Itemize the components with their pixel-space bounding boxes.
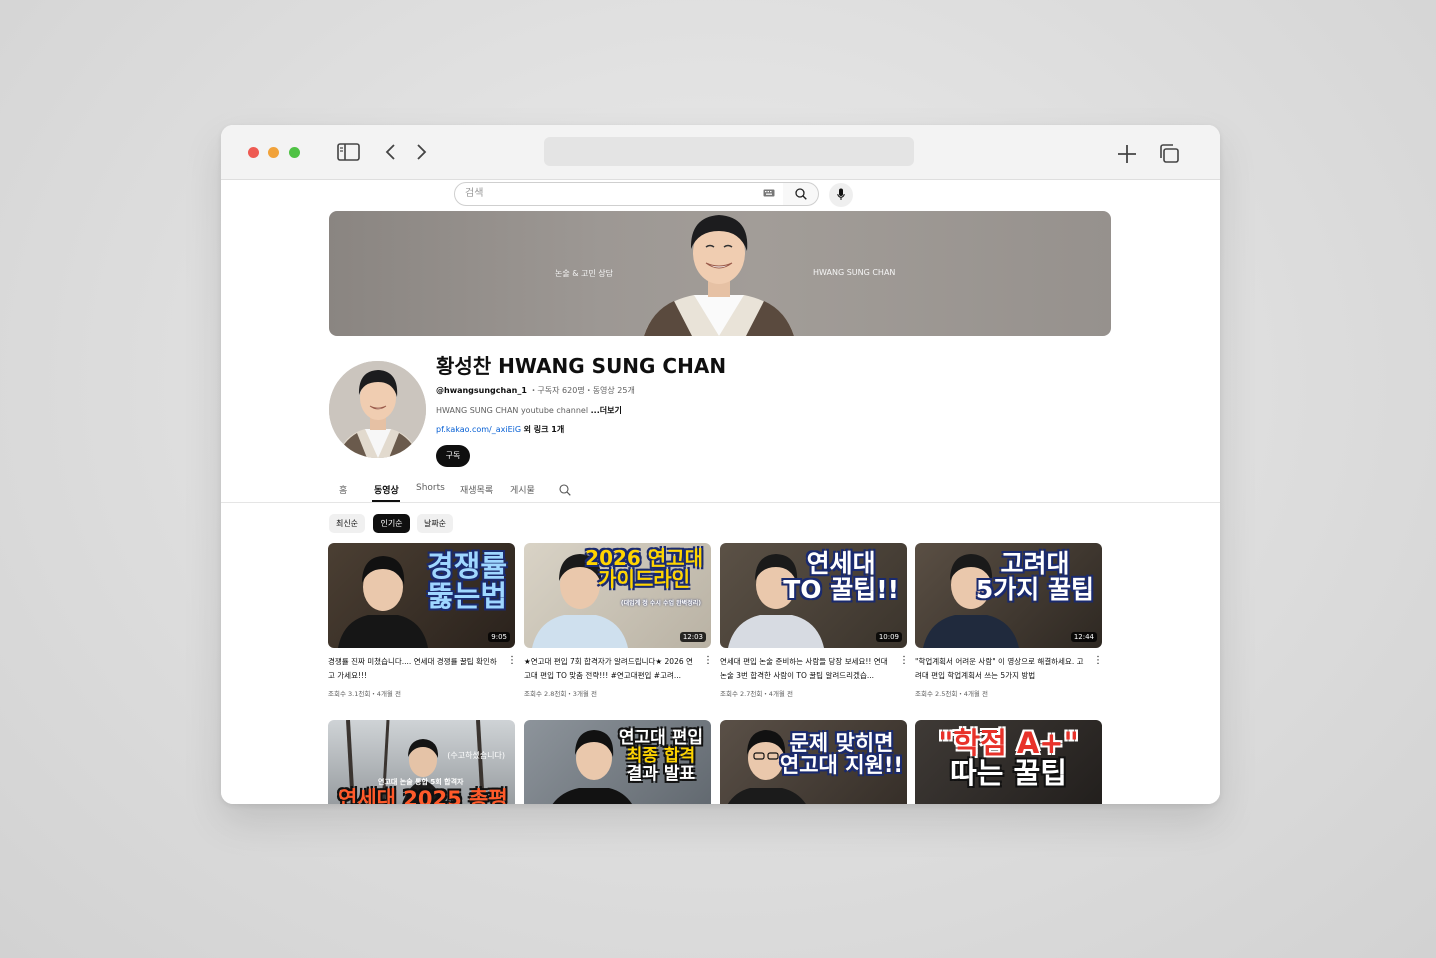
video-duration: 12:03 [679,632,706,642]
browser-window: 검색 논술 & 고민 상담 HWANG SUNG CHAN 황성찬 HWANG … [221,125,1220,804]
video-thumbnail[interactable]: 경쟁률 뚫는법 9:05 [328,543,515,648]
video-menu-icon[interactable]: ⋮ [507,655,517,666]
video-thumbnail[interactable]: 고려대 5가지 꿀팁 12:44 [915,543,1102,648]
maximize-window-button[interactable] [289,147,300,158]
banner-right-text: HWANG SUNG CHAN [813,268,896,277]
channel-description-text: HWANG SUNG CHAN youtube channel [436,406,589,415]
video-thumbnail[interactable]: 2026 연고대 가이드라인 (대입계 정 수시 수업 완벽정리) 12:03 [524,543,711,648]
video-thumbnail[interactable]: "학점 A+" 따는 꿀팁 [915,720,1102,804]
channel-search-icon[interactable] [559,484,571,496]
video-title[interactable]: ★연고대 편입 7회 합격자가 알려드립니다★ 2026 연고대 편입 TO 맞… [524,655,699,683]
search-icon [795,188,807,200]
tab-videos[interactable]: 동영상 [374,483,399,496]
video-thumbnail[interactable]: 문제 맞히면 연고대 지원!! [720,720,907,804]
minimize-window-button[interactable] [268,147,279,158]
channel-links: pf.kakao.com/_axiEiG 외 링크 1개 [436,424,564,435]
search-input[interactable]: 검색 [454,182,784,206]
thumbnail-corner-text: (수고하셨습니다) [447,751,505,760]
thumbnail-headline: 고려대 5가지 꿀팁 [975,549,1094,605]
video-meta: 조회수 2.8천회・3개월 전 [524,690,597,698]
video-thumbnail[interactable]: 연세대 TO 꿀팁!! 10:09 [720,543,907,648]
active-tab-indicator [372,500,400,502]
thumbnail-headline: "학점 A+" 따는 꿀팁 [938,726,1079,791]
tab-home[interactable]: 홈 [339,483,347,496]
address-bar[interactable] [544,137,914,166]
microphone-icon [837,188,845,200]
more-links[interactable]: 외 링크 1개 [524,425,565,434]
new-tab-icon[interactable] [1117,144,1137,164]
close-window-button[interactable] [248,147,259,158]
subscribe-button[interactable]: 구독 [436,445,470,467]
video-menu-icon[interactable]: ⋮ [1093,655,1103,666]
video-duration: 12:44 [1070,632,1097,642]
back-icon[interactable] [384,143,396,161]
video-title[interactable]: "학업계획서 어려운 사람" 이 영상으로 해결하세요. 고려대 편입 학업계획… [915,655,1090,683]
forward-icon[interactable] [416,143,428,161]
thumbnail-subtitle: 연고대 논술 통합 5회 합격자 [378,778,464,786]
sidebar-toggle-icon[interactable] [337,143,360,161]
tab-posts[interactable]: 게시물 [510,483,535,496]
search-button[interactable] [783,182,819,206]
channel-description[interactable]: HWANG SUNG CHAN youtube channel ...더보기 [436,405,622,416]
voice-search-button[interactable] [829,183,853,207]
video-menu-icon[interactable]: ⋮ [899,655,909,666]
video-duration: 10:09 [875,632,902,642]
video-meta: 조회수 2.7천회・4개월 전 [720,690,793,698]
video-duration: 9:05 [488,632,510,642]
keyboard-icon[interactable] [763,189,775,197]
thumbnail-headline: 경쟁률 뚫는법 [426,549,507,614]
video-meta: 조회수 2.5천회・4개월 전 [915,690,988,698]
channel-meta: @hwangsungchan_1 ・구독자 620명・동영상 25개 [436,385,635,396]
thumbnail-headline: 문제 맞히면 연고대 지원!! [779,731,903,778]
video-thumbnail[interactable]: 연고대 편입 최종 합격 결과 발표 [524,720,711,804]
channel-stats: ・구독자 620명・동영상 25개 [529,386,635,395]
video-title[interactable]: 경쟁률 진짜 미쳤습니다.... 연세대 경쟁률 꿀팁 확인하고 가세요!!! [328,655,503,683]
thumbnail-headline: 연고대 편입 최종 합격 결과 발표 [618,728,703,784]
video-title[interactable]: 연세대 편입 논술 준비하는 사람들 당장 보세요!! 연대 논술 3번 합격한… [720,655,895,683]
channel-title: 황성찬 HWANG SUNG CHAN [436,354,727,378]
thumbnail-headline: 연세대 2025 총평 [338,787,508,804]
channel-link[interactable]: pf.kakao.com/_axiEiG [436,425,521,434]
channel-handle: @hwangsungchan_1 [436,386,527,395]
tab-overview-icon[interactable] [1159,144,1180,164]
thumbnail-subtitle: (대입계 정 수시 수업 완벽정리) [620,600,701,607]
more-link[interactable]: ...더보기 [591,406,622,415]
thumbnail-headline: 2026 연고대 가이드라인 [585,546,703,591]
banner-left-text: 논술 & 고민 상담 [555,269,614,278]
thumbnail-headline: 연세대 TO 꿀팁!! [783,549,899,605]
chip-oldest[interactable]: 날짜순 [417,514,453,533]
browser-toolbar [221,125,1220,180]
channel-tabs: 홈 동영상 Shorts 재생목록 게시물 [221,475,1220,503]
video-thumbnail[interactable]: (수고하셨습니다) 연고대 논술 통합 5회 합격자 연세대 2025 총평 [328,720,515,804]
video-menu-icon[interactable]: ⋮ [703,655,713,666]
tab-playlists[interactable]: 재생목록 [460,483,493,496]
channel-banner: 논술 & 고민 상담 HWANG SUNG CHAN [329,211,1111,336]
tab-shorts[interactable]: Shorts [416,483,445,493]
channel-avatar[interactable] [329,361,426,458]
chip-popular[interactable]: 인기순 [373,514,410,533]
avatar-portrait-image [329,361,426,458]
banner-portrait-image [644,215,794,336]
chip-latest[interactable]: 최신순 [329,514,365,533]
youtube-page: 검색 논술 & 고민 상담 HWANG SUNG CHAN 황성찬 HWANG … [221,180,1220,804]
video-meta: 조회수 3.1천회・4개월 전 [328,690,401,698]
